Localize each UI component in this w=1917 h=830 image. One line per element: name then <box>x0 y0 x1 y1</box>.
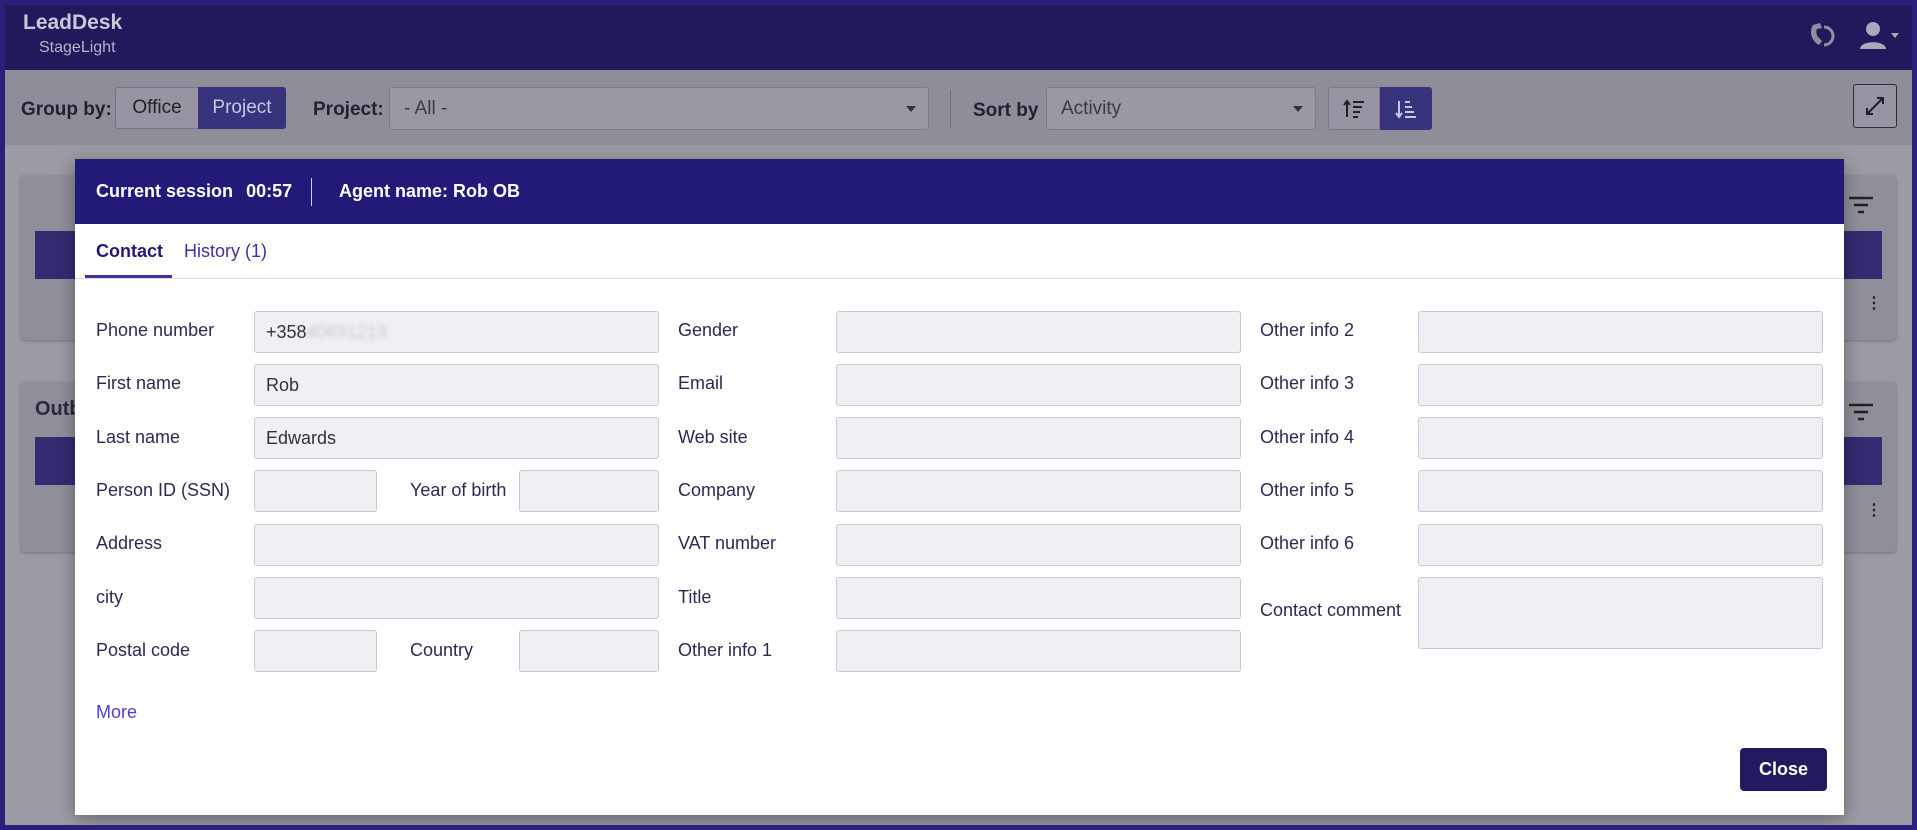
header-divider <box>311 178 312 206</box>
other-info-5-input[interactable] <box>1418 470 1823 512</box>
app-name: LeadDesk <box>23 11 123 34</box>
email-label: Email <box>678 373 724 393</box>
vat-label: VAT number <box>678 533 777 553</box>
app-bar: LeadDesk StageLight <box>5 5 1912 70</box>
other-info-4-label: Other info 4 <box>1260 427 1355 447</box>
contact-modal: Current session 00:57 Agent name: Rob OB… <box>75 159 1844 815</box>
chevron-down-icon <box>1293 106 1303 112</box>
project-select[interactable]: - All - <box>389 87 929 130</box>
vat-input[interactable] <box>836 524 1241 566</box>
title-label: Title <box>678 587 712 607</box>
country-label: Country <box>410 640 474 660</box>
website-label: Web site <box>678 427 748 447</box>
app-frame: LeadDesk StageLight Group by: Office Pro… <box>5 5 1912 825</box>
project-select-value: - All - <box>404 98 448 119</box>
other-info-4-input[interactable] <box>1418 417 1823 459</box>
sort-select[interactable]: Activity <box>1046 87 1316 130</box>
app-subtitle: StageLight <box>39 39 116 56</box>
chevron-down-icon <box>906 106 916 112</box>
other-info-6-label: Other info 6 <box>1260 533 1355 553</box>
more-vert-icon: ⋮ <box>1866 502 1882 519</box>
sort-ascending-icon <box>1343 98 1364 118</box>
sort-ascending-button[interactable] <box>1328 87 1380 130</box>
other-info-2-input[interactable] <box>1418 311 1823 353</box>
website-input[interactable] <box>836 417 1241 459</box>
more-vert-icon: ⋮ <box>1866 295 1882 312</box>
modal-tabs: Contact History (1) <box>75 224 1844 279</box>
phone-input[interactable]: +35840691213 <box>254 311 659 353</box>
sort-select-value: Activity <box>1061 98 1122 119</box>
gender-input[interactable] <box>836 311 1241 353</box>
other-info-3-label: Other info 3 <box>1260 373 1355 393</box>
postal-code-label: Postal code <box>96 640 191 660</box>
agent-name: Agent name: Rob OB <box>339 181 521 201</box>
gender-label: Gender <box>678 320 739 340</box>
project-label: Project: <box>313 99 384 120</box>
first-name-input[interactable]: Rob <box>254 364 659 406</box>
postal-code-input[interactable] <box>254 630 377 672</box>
other-info-1-label: Other info 1 <box>678 640 773 660</box>
other-info-5-label: Other info 5 <box>1260 480 1355 500</box>
email-input[interactable] <box>836 364 1241 406</box>
phone-masked-digits: 40691213 <box>306 322 387 342</box>
toolbar-divider <box>950 90 951 128</box>
modal-header: Current session 00:57 Agent name: Rob OB <box>75 159 1844 224</box>
filter-icon <box>1849 403 1873 421</box>
session-timer: 00:57 <box>246 181 293 201</box>
hangup-icon[interactable] <box>1805 19 1837 51</box>
session-label: Current session <box>96 181 234 201</box>
last-name-input[interactable]: Edwards <box>254 417 659 459</box>
sort-descending-button[interactable] <box>1380 87 1432 130</box>
tab-contact[interactable]: Contact <box>96 241 163 262</box>
person-id-input[interactable] <box>254 470 377 512</box>
phone-label: Phone number <box>96 320 215 340</box>
fullscreen-button[interactable] <box>1853 84 1897 128</box>
other-info-3-input[interactable] <box>1418 364 1823 406</box>
other-info-6-input[interactable] <box>1418 524 1823 566</box>
sort-descending-icon <box>1395 100 1416 119</box>
first-name-label: First name <box>96 373 182 393</box>
user-menu-icon[interactable] <box>1857 19 1901 51</box>
person-id-label: Person ID (SSN) <box>96 480 231 500</box>
other-info-1-input[interactable] <box>836 630 1241 672</box>
title-input[interactable] <box>836 577 1241 619</box>
address-input[interactable] <box>254 524 659 566</box>
active-tab-indicator <box>85 275 172 278</box>
filter-icon <box>1849 196 1873 214</box>
toolbar: Group by: Office Project Project: - All … <box>5 70 1912 145</box>
city-label: city <box>96 587 123 607</box>
year-of-birth-input[interactable] <box>519 470 659 512</box>
more-link[interactable]: More <box>96 702 137 723</box>
company-input[interactable] <box>836 470 1241 512</box>
group-project-button[interactable]: Project <box>198 87 286 129</box>
company-label: Company <box>678 480 756 500</box>
close-button[interactable]: Close <box>1740 748 1827 791</box>
session-info: Current session 00:57 <box>96 181 292 202</box>
tab-history[interactable]: History (1) <box>184 241 267 262</box>
group-office-button[interactable]: Office <box>115 87 199 129</box>
year-of-birth-label: Year of birth <box>410 480 507 500</box>
country-input[interactable] <box>519 630 659 672</box>
expand-icon <box>1866 97 1884 115</box>
phone-value: +358 <box>266 322 307 342</box>
city-input[interactable] <box>254 577 659 619</box>
sort-by-label: Sort by <box>973 100 1039 121</box>
other-info-2-label: Other info 2 <box>1260 320 1355 340</box>
contact-comment-input[interactable] <box>1418 577 1823 649</box>
contact-comment-label: Contact comment <box>1260 600 1402 620</box>
address-label: Address <box>96 533 163 553</box>
last-name-label: Last name <box>96 427 181 447</box>
group-by-label: Group by: <box>21 99 112 120</box>
